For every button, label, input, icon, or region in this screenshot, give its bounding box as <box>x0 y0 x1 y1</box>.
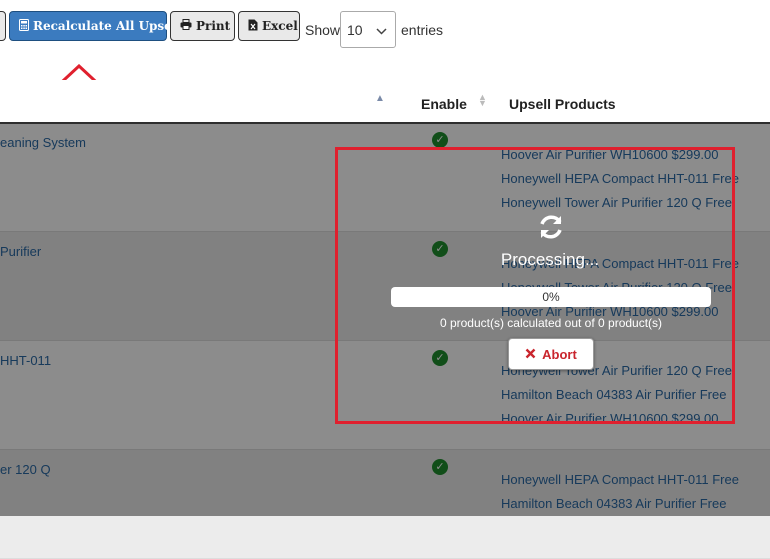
toolbar: Recalculate All Upsells Print Excel Show… <box>0 0 770 60</box>
excel-file-icon <box>248 19 258 34</box>
recalculate-label: Recalculate All Upsells <box>33 19 188 33</box>
excel-button[interactable]: Excel <box>238 11 300 41</box>
excel-label: Excel <box>262 19 298 33</box>
show-label: Show <box>305 22 341 38</box>
recalculate-all-upsells-button[interactable]: Recalculate All Upsells <box>9 11 188 41</box>
entries-value: 10 <box>347 21 363 38</box>
enable-column-header[interactable]: Enable <box>421 96 467 112</box>
annotation-highlight-box <box>335 147 735 424</box>
chevron-down-icon <box>376 22 387 38</box>
sort-both-icon[interactable]: ▲ ▼ <box>478 93 487 108</box>
printer-icon <box>180 19 192 33</box>
print-label: Print <box>196 19 231 33</box>
entries-label: entries <box>401 22 444 38</box>
entries-select[interactable]: 10 <box>340 11 396 48</box>
print-button[interactable]: Print <box>170 11 235 41</box>
partial-button[interactable] <box>0 11 6 41</box>
calculator-icon <box>19 18 29 34</box>
upsell-products-column-header[interactable]: Upsell Products <box>509 96 616 112</box>
sort-asc-icon[interactable]: ▲ <box>375 93 385 104</box>
table-header: ▲ Enable ▲ ▼ Upsell Products <box>0 80 770 124</box>
